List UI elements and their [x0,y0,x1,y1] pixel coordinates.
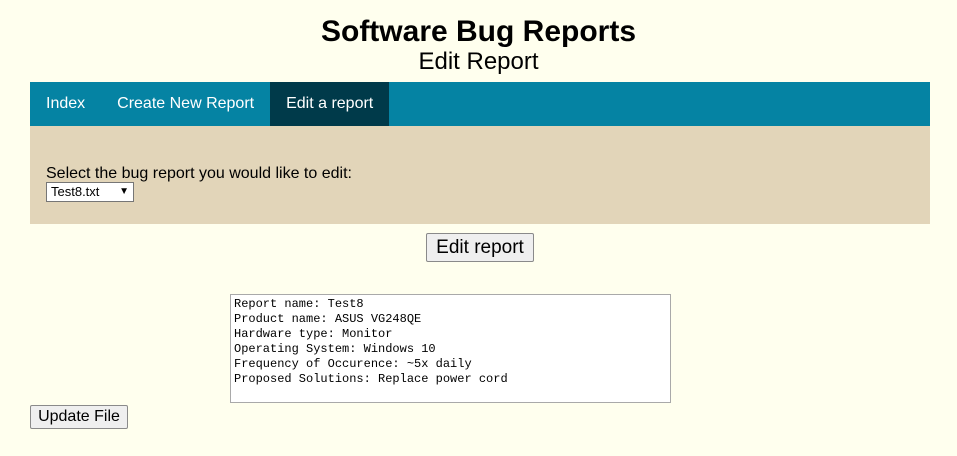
report-select-value: Test8.txt [51,184,100,199]
update-file-button[interactable]: Update File [30,405,128,429]
report-select[interactable]: Test8.txt ▼ [46,182,134,202]
chevron-down-icon: ▼ [119,186,129,197]
page-title: Software Bug Reports [320,15,637,48]
nav-bar: Index Create New Report Edit a report [30,82,930,126]
nav-item-edit-report[interactable]: Edit a report [270,82,390,126]
edit-report-button[interactable]: Edit report [426,233,534,262]
page-subtitle: Edit Report [418,48,539,75]
select-label: Select the bug report you would like to … [46,165,352,182]
page-header: Software Bug Reports Edit Report [0,0,957,75]
select-panel: Select the bug report you would like to … [30,126,930,224]
nav-item-index[interactable]: Index [30,82,101,126]
report-textarea[interactable]: Report name: Test8 Product name: ASUS VG… [230,294,671,403]
nav-item-create-new-report[interactable]: Create New Report [101,82,270,126]
